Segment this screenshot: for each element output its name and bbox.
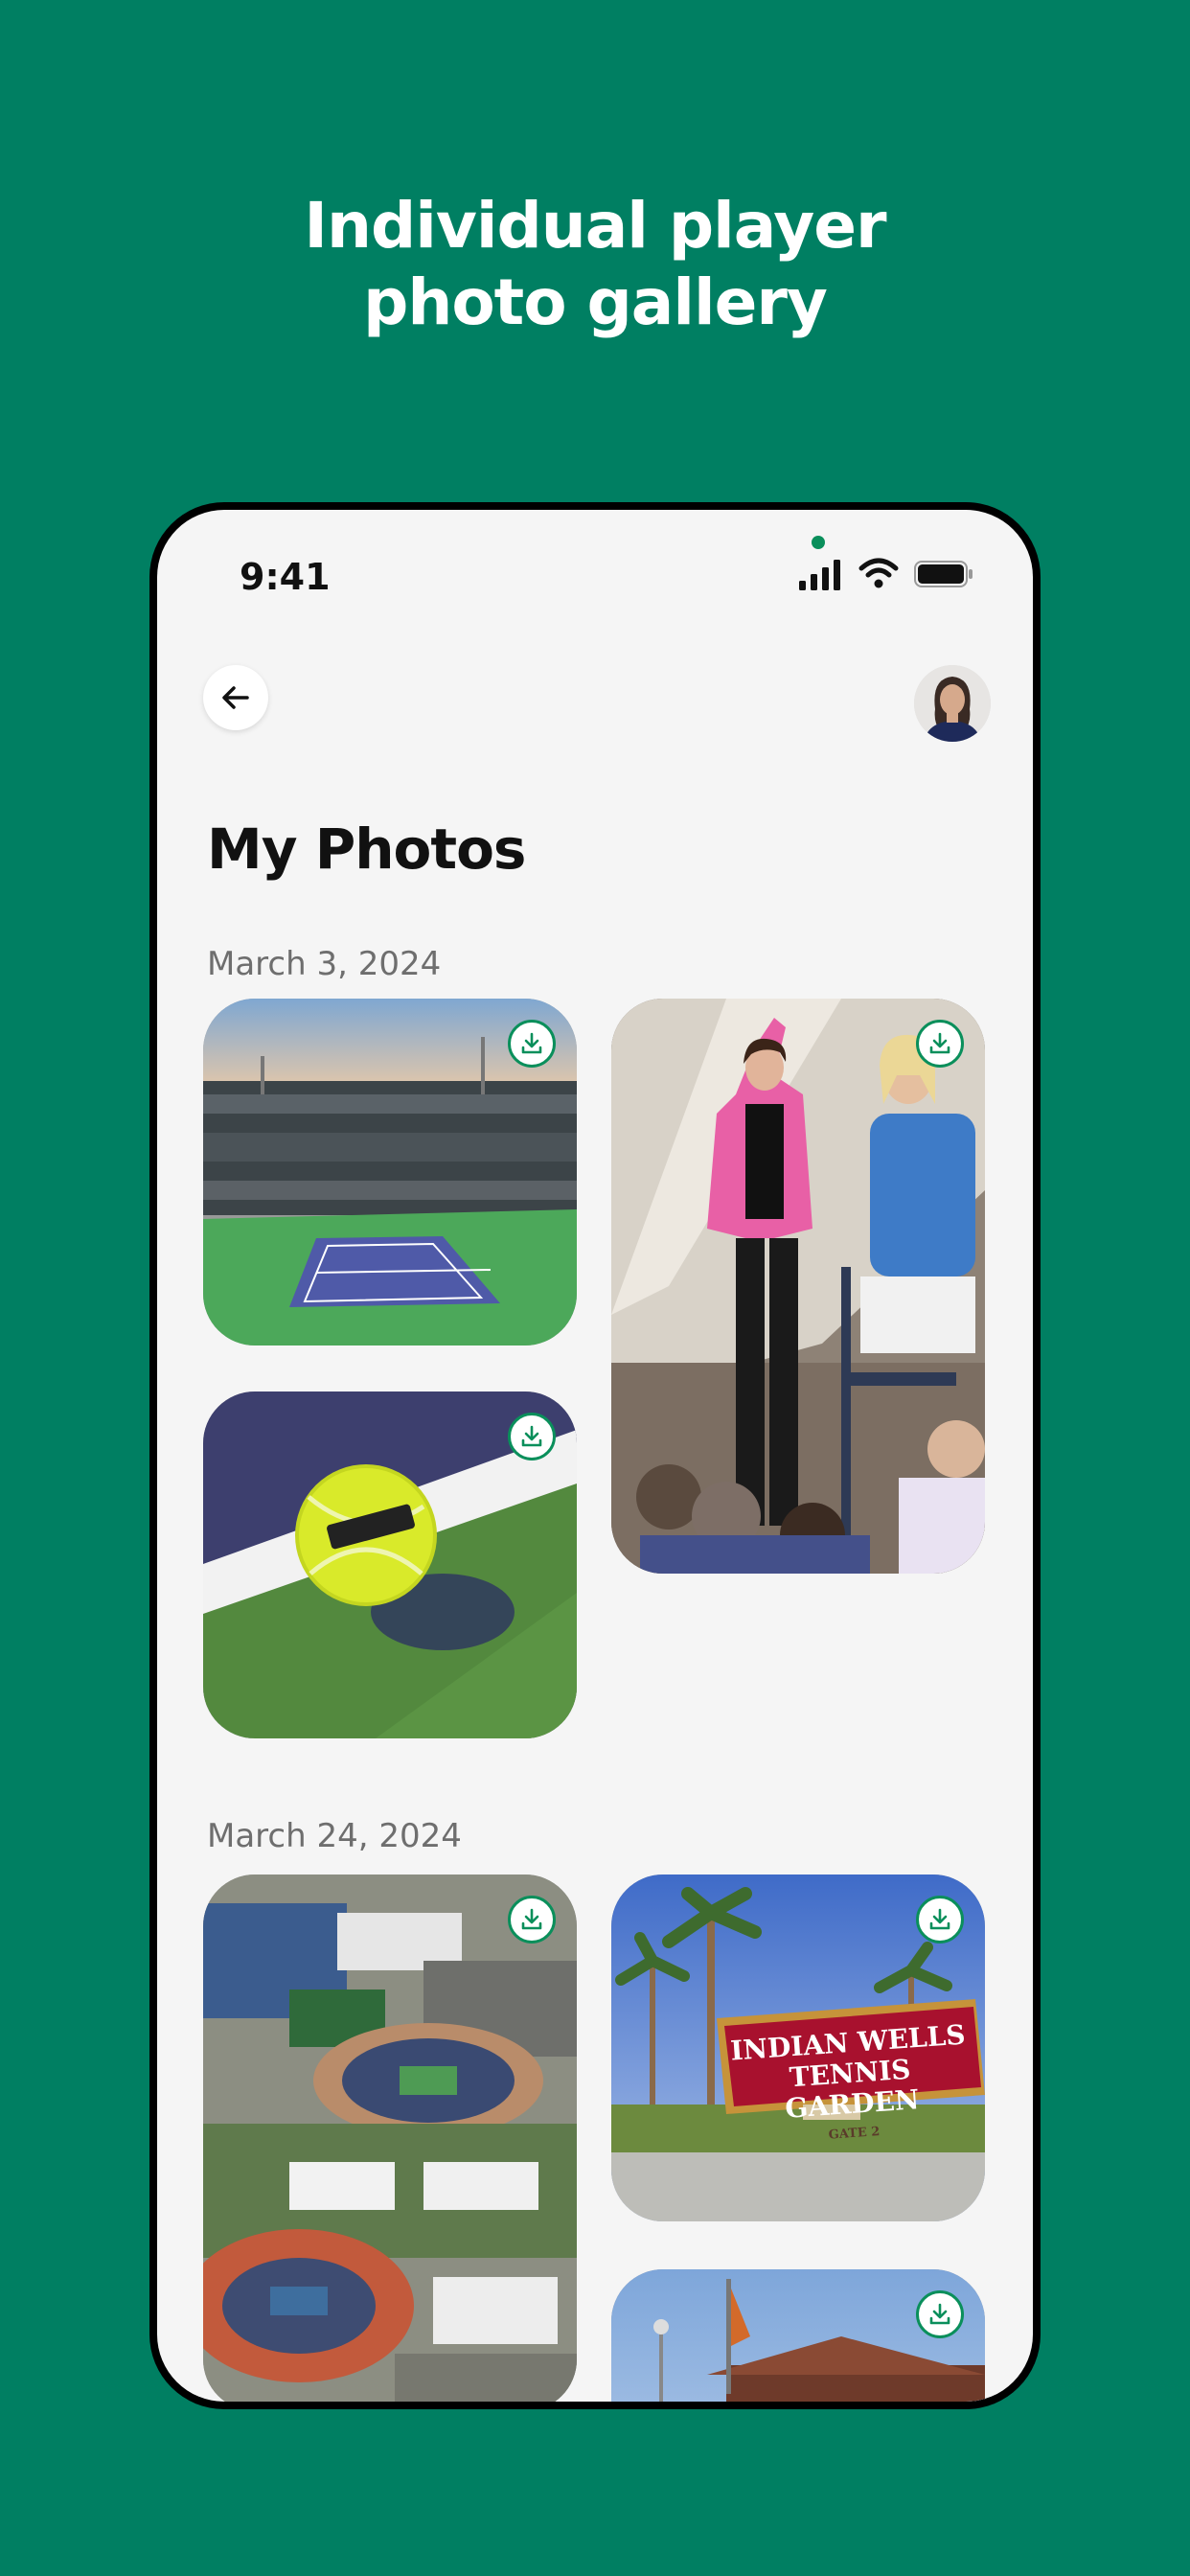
- avatar-image: [914, 665, 991, 742]
- phone-frame: 9:41 My Photos March 3, 2024 March 24, 2…: [149, 502, 1041, 2409]
- download-button[interactable]: [916, 1020, 964, 1068]
- fans-celebrating-image: [611, 999, 985, 1574]
- download-button[interactable]: [508, 1896, 556, 1944]
- download-button[interactable]: [508, 1020, 556, 1068]
- promo-headline-line1: Individual player: [304, 189, 886, 263]
- photo-card[interactable]: [203, 1392, 577, 1738]
- status-time: 9:41: [240, 556, 331, 598]
- back-button[interactable]: [203, 665, 268, 730]
- photo-card[interactable]: [611, 999, 985, 1574]
- arrow-left-icon: [222, 686, 249, 709]
- sign-text: INDIAN WELLS TENNIS GARDEN GATE 2: [722, 2019, 979, 2151]
- download-button[interactable]: [916, 1896, 964, 1944]
- page-title: My Photos: [207, 816, 526, 882]
- aerial-tennis-garden-image: [203, 1874, 577, 2402]
- promo-headline-line2: photo gallery: [363, 265, 828, 339]
- download-icon: [929, 1032, 950, 1054]
- photo-card[interactable]: [203, 1874, 577, 2402]
- photo-card[interactable]: INDIAN WELLS TENNIS GARDEN GATE 2: [611, 1874, 985, 2221]
- cellular-signal-icon: [799, 560, 840, 590]
- wifi-icon: [858, 558, 899, 588]
- download-icon: [929, 1908, 950, 1930]
- download-icon: [521, 1032, 542, 1054]
- app-screen: 9:41 My Photos March 3, 2024 March 24, 2…: [157, 510, 1033, 2402]
- download-button[interactable]: [508, 1413, 556, 1460]
- photo-card[interactable]: [611, 2269, 985, 2402]
- battery-icon: [914, 561, 973, 587]
- promo-headline: Individual player photo gallery: [0, 188, 1190, 341]
- download-icon: [521, 1908, 542, 1930]
- photo-card[interactable]: [203, 999, 577, 1346]
- download-button[interactable]: [916, 2290, 964, 2338]
- group-date-2: March 24, 2024: [207, 1817, 462, 1855]
- camera-indicator-dot: [812, 536, 825, 549]
- download-icon: [929, 2303, 950, 2325]
- download-icon: [521, 1425, 542, 1447]
- player-avatar[interactable]: [914, 665, 991, 742]
- group-date-1: March 3, 2024: [207, 945, 442, 983]
